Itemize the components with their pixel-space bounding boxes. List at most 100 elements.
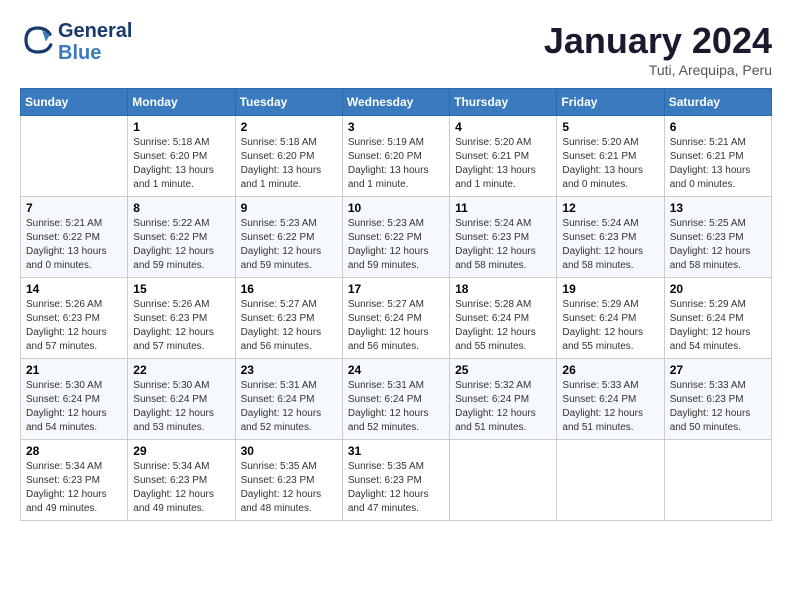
calendar-cell: 24 Sunrise: 5:31 AM Sunset: 6:24 PM Dayli… [342,359,449,440]
weekday-header-sunday: Sunday [21,89,128,116]
calendar-cell: 27 Sunrise: 5:33 AM Sunset: 6:23 PM Dayli… [664,359,771,440]
day-number: 11 [455,201,551,215]
day-number: 4 [455,120,551,134]
calendar-cell: 22Sunrise: 5:30 AM Sunset: 6:24 PM Dayli… [128,359,235,440]
calendar-week-row: 7 Sunrise: 5:21 AM Sunset: 6:22 PM Daylig… [21,197,772,278]
day-info: Sunrise: 5:24 AM Sunset: 6:23 PM Dayligh… [562,217,658,273]
weekday-header-saturday: Saturday [664,89,771,116]
calendar-cell [21,116,128,197]
month-title: January 2024 [544,20,772,62]
day-info: Sunrise: 5:25 AM Sunset: 6:23 PM Dayligh… [670,217,766,273]
calendar-cell: 12 Sunrise: 5:24 AM Sunset: 6:23 PM Dayli… [557,197,664,278]
calendar-cell: 8 Sunrise: 5:22 AM Sunset: 6:22 PM Daylig… [128,197,235,278]
day-info: Sunrise: 5:21 AM Sunset: 6:22 PM Dayligh… [26,217,122,273]
day-info: Sunrise: 5:27 AM Sunset: 6:24 PM Dayligh… [348,298,444,354]
page-header: General Blue January 2024 Tuti, Arequipa… [20,20,772,78]
day-number: 9 [241,201,337,215]
weekday-header-tuesday: Tuesday [235,89,342,116]
logo-blue: Blue [58,42,132,64]
weekday-header-thursday: Thursday [450,89,557,116]
day-number: 25 [455,363,551,377]
calendar-cell: 17 Sunrise: 5:27 AM Sunset: 6:24 PM Dayli… [342,278,449,359]
day-number: 18 [455,282,551,296]
calendar-cell: 26Sunrise: 5:33 AM Sunset: 6:24 PM Dayli… [557,359,664,440]
day-info: Sunrise: 5:31 AM Sunset: 6:24 PM Dayligh… [348,379,444,435]
day-number: 16 [241,282,337,296]
day-info: Sunrise: 5:21 AM Sunset: 6:21 PM Dayligh… [670,136,766,192]
day-number: 14 [26,282,122,296]
calendar-cell: 4 Sunrise: 5:20 AM Sunset: 6:21 PM Daylig… [450,116,557,197]
day-info: Sunrise: 5:18 AM Sunset: 6:20 PM Dayligh… [133,136,229,192]
logo-icon [22,24,54,56]
day-number: 17 [348,282,444,296]
calendar-cell: 1Sunrise: 5:18 AM Sunset: 6:20 PM Daylig… [128,116,235,197]
calendar-week-row: 21Sunrise: 5:30 AM Sunset: 6:24 PM Dayli… [21,359,772,440]
day-number: 27 [670,363,766,377]
day-number: 23 [241,363,337,377]
day-info: Sunrise: 5:33 AM Sunset: 6:24 PM Dayligh… [562,379,658,435]
day-number: 12 [562,201,658,215]
calendar-cell: 7 Sunrise: 5:21 AM Sunset: 6:22 PM Daylig… [21,197,128,278]
day-number: 24 [348,363,444,377]
day-info: Sunrise: 5:27 AM Sunset: 6:23 PM Dayligh… [241,298,337,354]
calendar-cell: 29 Sunrise: 5:34 AM Sunset: 6:23 PM Dayli… [128,440,235,521]
day-info: Sunrise: 5:34 AM Sunset: 6:23 PM Dayligh… [133,460,229,516]
day-number: 5 [562,120,658,134]
day-number: 6 [670,120,766,134]
day-number: 2 [241,120,337,134]
title-block: January 2024 Tuti, Arequipa, Peru [544,20,772,78]
calendar-cell: 5 Sunrise: 5:20 AM Sunset: 6:21 PM Daylig… [557,116,664,197]
calendar-cell: 20Sunrise: 5:29 AM Sunset: 6:24 PM Dayli… [664,278,771,359]
day-info: Sunrise: 5:35 AM Sunset: 6:23 PM Dayligh… [241,460,337,516]
calendar-cell: 2Sunrise: 5:18 AM Sunset: 6:20 PM Daylig… [235,116,342,197]
calendar-week-row: 28Sunrise: 5:34 AM Sunset: 6:23 PM Dayli… [21,440,772,521]
day-info: Sunrise: 5:33 AM Sunset: 6:23 PM Dayligh… [670,379,766,435]
day-number: 29 [133,444,229,458]
weekday-header-friday: Friday [557,89,664,116]
day-number: 21 [26,363,122,377]
calendar-cell: 10Sunrise: 5:23 AM Sunset: 6:22 PM Dayli… [342,197,449,278]
day-number: 19 [562,282,658,296]
logo: General Blue [20,20,132,64]
calendar-cell: 25 Sunrise: 5:32 AM Sunset: 6:24 PM Dayli… [450,359,557,440]
day-number: 13 [670,201,766,215]
day-info: Sunrise: 5:34 AM Sunset: 6:23 PM Dayligh… [26,460,122,516]
day-info: Sunrise: 5:26 AM Sunset: 6:23 PM Dayligh… [26,298,122,354]
day-number: 22 [133,363,229,377]
day-info: Sunrise: 5:22 AM Sunset: 6:22 PM Dayligh… [133,217,229,273]
calendar-cell: 9 Sunrise: 5:23 AM Sunset: 6:22 PM Daylig… [235,197,342,278]
weekday-header-monday: Monday [128,89,235,116]
calendar-cell: 23Sunrise: 5:31 AM Sunset: 6:24 PM Dayli… [235,359,342,440]
calendar-cell [664,440,771,521]
day-info: Sunrise: 5:24 AM Sunset: 6:23 PM Dayligh… [455,217,551,273]
day-number: 31 [348,444,444,458]
calendar-cell: 11 Sunrise: 5:24 AM Sunset: 6:23 PM Dayli… [450,197,557,278]
day-number: 8 [133,201,229,215]
day-info: Sunrise: 5:29 AM Sunset: 6:24 PM Dayligh… [670,298,766,354]
day-info: Sunrise: 5:26 AM Sunset: 6:23 PM Dayligh… [133,298,229,354]
day-number: 15 [133,282,229,296]
calendar-cell: 14 Sunrise: 5:26 AM Sunset: 6:23 PM Dayli… [21,278,128,359]
day-info: Sunrise: 5:23 AM Sunset: 6:22 PM Dayligh… [241,217,337,273]
calendar-cell: 6 Sunrise: 5:21 AM Sunset: 6:21 PM Daylig… [664,116,771,197]
day-info: Sunrise: 5:28 AM Sunset: 6:24 PM Dayligh… [455,298,551,354]
calendar-week-row: 14 Sunrise: 5:26 AM Sunset: 6:23 PM Dayli… [21,278,772,359]
calendar-cell: 28Sunrise: 5:34 AM Sunset: 6:23 PM Dayli… [21,440,128,521]
weekday-header-row: SundayMondayTuesdayWednesdayThursdayFrid… [21,89,772,116]
calendar-cell: 16 Sunrise: 5:27 AM Sunset: 6:23 PM Dayli… [235,278,342,359]
location-subtitle: Tuti, Arequipa, Peru [544,62,772,78]
day-number: 7 [26,201,122,215]
calendar-cell: 13 Sunrise: 5:25 AM Sunset: 6:23 PM Dayli… [664,197,771,278]
day-number: 3 [348,120,444,134]
day-info: Sunrise: 5:29 AM Sunset: 6:24 PM Dayligh… [562,298,658,354]
calendar-cell: 18 Sunrise: 5:28 AM Sunset: 6:24 PM Dayli… [450,278,557,359]
day-info: Sunrise: 5:32 AM Sunset: 6:24 PM Dayligh… [455,379,551,435]
day-info: Sunrise: 5:20 AM Sunset: 6:21 PM Dayligh… [562,136,658,192]
day-number: 30 [241,444,337,458]
calendar-cell: 19 Sunrise: 5:29 AM Sunset: 6:24 PM Dayli… [557,278,664,359]
day-info: Sunrise: 5:20 AM Sunset: 6:21 PM Dayligh… [455,136,551,192]
calendar-table: SundayMondayTuesdayWednesdayThursdayFrid… [20,88,772,521]
day-number: 10 [348,201,444,215]
weekday-header-wednesday: Wednesday [342,89,449,116]
calendar-cell: 3Sunrise: 5:19 AM Sunset: 6:20 PM Daylig… [342,116,449,197]
